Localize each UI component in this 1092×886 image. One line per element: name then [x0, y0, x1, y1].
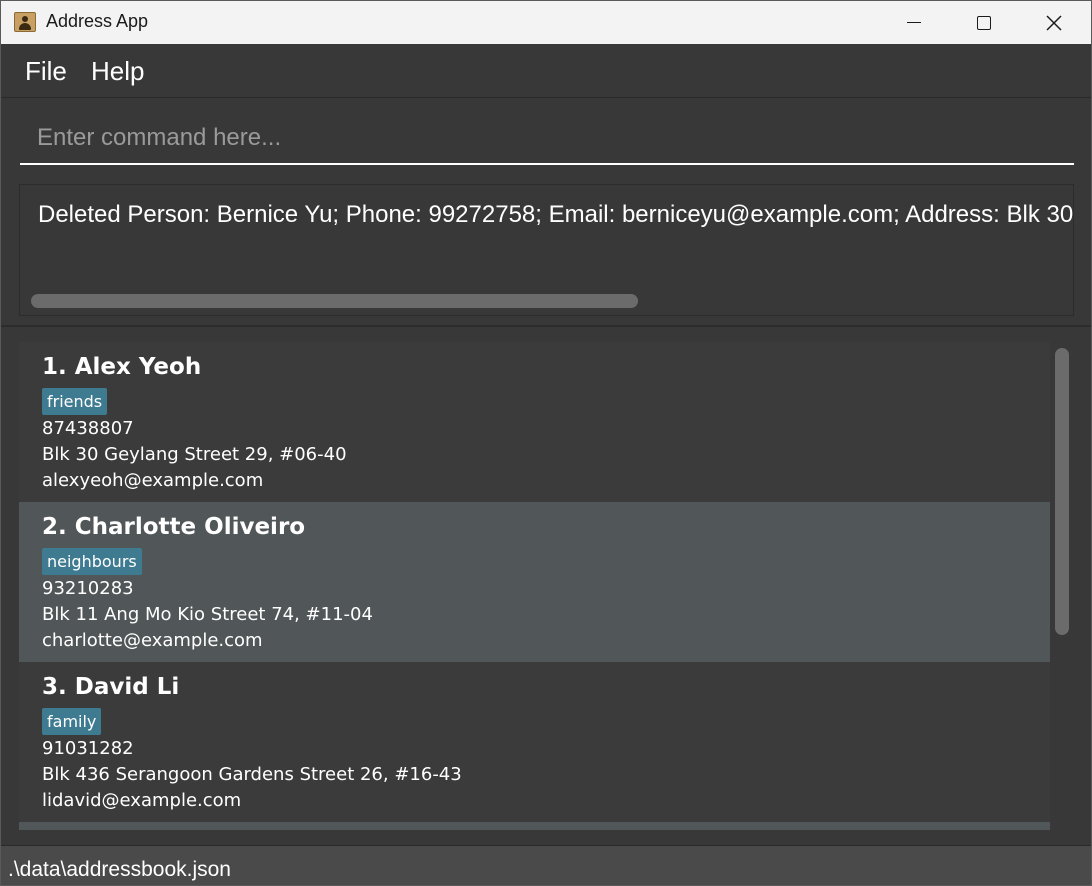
person-tag: family — [42, 708, 102, 735]
save-location: .\data\addressbook.json — [8, 858, 231, 881]
person-address: Blk 11 Ang Mo Kio Street 74, #11-04 — [42, 604, 373, 625]
window-title: Address App — [46, 11, 149, 31]
person-card[interactable]: 1. Alex Yeoh friends 87438807 Blk 30 Gey… — [19, 342, 1050, 502]
status-bar: .\data\addressbook.json — [1, 845, 1091, 885]
minimize-icon — [907, 21, 921, 24]
app-window: Address App File Help Deleted Person: Be… — [0, 0, 1092, 886]
maximize-button[interactable] — [949, 1, 1019, 44]
person-tag: friends — [42, 388, 108, 415]
person-phone: 87438807 — [42, 418, 134, 439]
person-email: alexyeoh@example.com — [42, 470, 264, 491]
person-address: Blk 30 Geylang Street 29, #06-40 — [42, 444, 347, 465]
person-card[interactable]: 3. David Li family 91031282 Blk 436 Sera… — [19, 662, 1050, 822]
close-button[interactable] — [1019, 1, 1089, 44]
list-vertical-scrollbar[interactable] — [1055, 348, 1069, 635]
person-list[interactable]: 1. Alex Yeoh friends 87438807 Blk 30 Gey… — [19, 342, 1074, 830]
maximize-icon — [977, 15, 991, 30]
result-horizontal-scrollbar[interactable] — [31, 294, 638, 308]
person-card[interactable]: 2. Charlotte Oliveiro neighbours 9321028… — [19, 502, 1050, 662]
address-book-icon — [14, 12, 36, 32]
person-email: lidavid@example.com — [42, 790, 242, 811]
person-phone: 91031282 — [42, 738, 134, 759]
title-bar[interactable]: Address App — [1, 1, 1091, 44]
person-name: 2. Charlotte Oliveiro — [42, 514, 306, 540]
person-phone: 93210283 — [42, 578, 134, 599]
person-email: charlotte@example.com — [42, 630, 263, 651]
person-name: 3. David Li — [42, 674, 180, 700]
close-icon — [1046, 14, 1062, 31]
command-box — [1, 99, 1091, 177]
minimize-button[interactable] — [879, 1, 949, 44]
menu-bar: File Help — [1, 44, 1091, 98]
result-message: Deleted Person: Bernice Yu; Phone: 99272… — [38, 201, 1074, 228]
person-address: Blk 436 Serangoon Gardens Street 26, #16… — [42, 764, 462, 785]
person-tag: neighbours — [42, 548, 142, 575]
command-input[interactable] — [20, 113, 1074, 165]
person-card-partial[interactable] — [19, 822, 1050, 830]
menu-help[interactable]: Help — [91, 56, 144, 87]
divider — [1, 325, 1091, 327]
person-name: 1. Alex Yeoh — [42, 354, 202, 380]
result-display: Deleted Person: Bernice Yu; Phone: 99272… — [19, 184, 1074, 316]
menu-file[interactable]: File — [25, 56, 67, 87]
